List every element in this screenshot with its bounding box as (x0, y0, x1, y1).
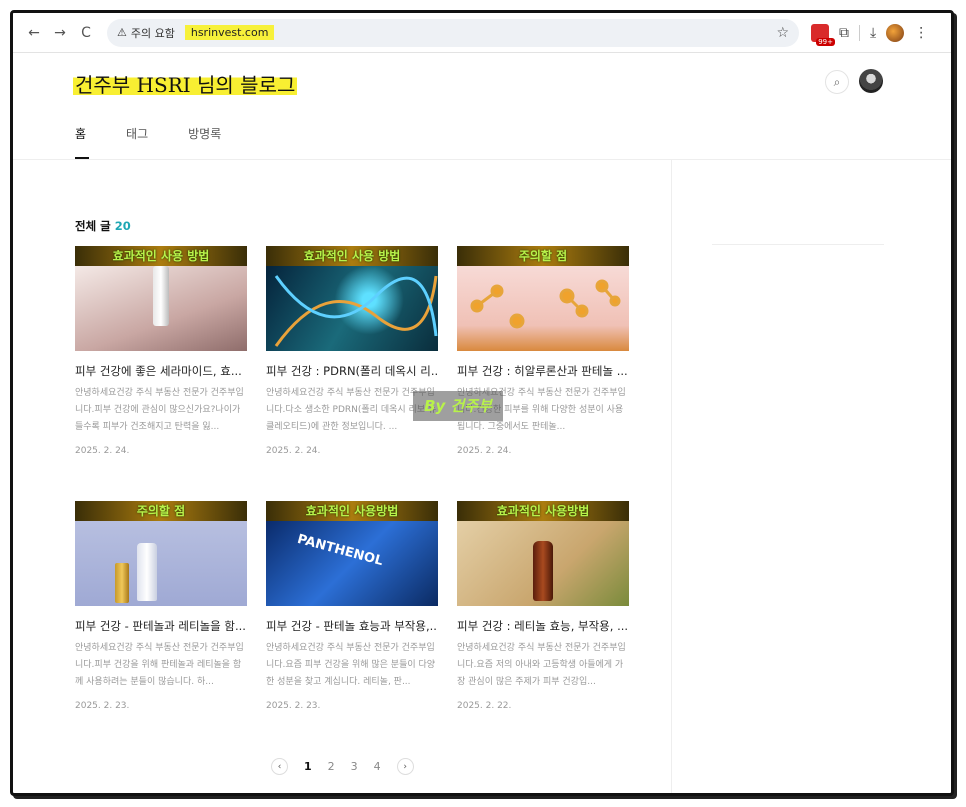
tab-tags[interactable]: 태그 (126, 125, 148, 159)
browser-menu-icon[interactable]: ⋮ (914, 25, 928, 41)
puzzle-extensions-icon[interactable]: ⧉ (839, 25, 849, 41)
thumbnail-banner: 효과적인 사용방법 (266, 501, 438, 521)
warning-triangle-icon: ⚠ (117, 26, 127, 39)
header-divider (13, 159, 951, 160)
prev-page-icon[interactable]: ‹ (271, 758, 288, 775)
thumbnail-image (457, 266, 629, 351)
post-title[interactable]: 피부 건강에 좋은 세라마이드, 효... (75, 363, 247, 379)
post-thumbnail[interactable]: 주의할 점 (75, 501, 247, 606)
thumbnail-image (266, 266, 438, 351)
browser-profile-avatar[interactable] (886, 23, 905, 42)
serum-bottle-icon (137, 543, 157, 601)
thumbnail-image (75, 266, 247, 351)
reload-icon[interactable]: C (73, 20, 99, 46)
url-text[interactable]: hsrinvest.com (184, 25, 275, 40)
thumbnail-banner: 효과적인 사용 방법 (75, 246, 247, 266)
page-number[interactable]: 4 (374, 760, 381, 773)
amber-bottle-icon (115, 563, 129, 603)
thumbnail-banner: 효과적인 사용방법 (457, 501, 629, 521)
thumbnail-image: PANTHENOL (266, 521, 438, 606)
molecule-icon (470, 279, 621, 329)
post-thumbnail[interactable]: 효과적인 사용 방법 (75, 246, 247, 351)
post-date: 2025. 2. 24. (457, 446, 512, 456)
browser-toolbar: ← → C ⚠ 주의 요함 hsrinvest.com ☆ 99+ ⧉ ⤓ ⋮ (13, 13, 951, 53)
page-number[interactable]: 3 (351, 760, 358, 773)
dna-helix-icon (274, 275, 438, 347)
post-count: 전체 글 20 (75, 218, 131, 234)
post-date: 2025. 2. 24. (75, 446, 130, 456)
post-thumbnail[interactable]: 효과적인 사용 방법 (266, 246, 438, 351)
thumbnail-banner: 주의할 점 (75, 501, 247, 521)
thumbnail-banner: 효과적인 사용 방법 (266, 246, 438, 266)
download-icon[interactable]: ⤓ (870, 25, 876, 41)
post-thumbnail[interactable]: 주의할 점 (457, 246, 629, 351)
post-card[interactable]: 효과적인 사용방법 피부 건강 : 레티놀 효능, 부작용, ... 안녕하세요… (457, 501, 629, 711)
tab-home[interactable]: 홈 (75, 125, 90, 159)
post-title[interactable]: 피부 건강 - 판테놀 효능과 부작용,... (266, 618, 438, 634)
address-bar[interactable]: ⚠ 주의 요함 hsrinvest.com ☆ (107, 18, 799, 47)
browser-window: ← → C ⚠ 주의 요함 hsrinvest.com ☆ 99+ ⧉ ⤓ ⋮ … (10, 10, 954, 796)
post-date: 2025. 2. 22. (457, 701, 512, 711)
post-title[interactable]: 피부 건강 : 레티놀 효능, 부작용, ... (457, 618, 629, 634)
next-page-icon[interactable]: › (396, 758, 414, 775)
post-card[interactable]: 효과적인 사용 방법 피부 건강 : PDRN(폴리 데옥시 리... 안녕하세… (266, 246, 438, 456)
post-excerpt: 안녕하세요건강 주식 부동산 전문가 건주부입니다.요즘 피부 건강을 위해 많… (266, 643, 436, 687)
page-number[interactable]: 1 (304, 760, 312, 773)
extension-icon[interactable]: 99+ (811, 23, 835, 46)
post-thumbnail[interactable]: PANTHENOL 효과적인 사용방법 (266, 501, 438, 606)
security-warning[interactable]: ⚠ 주의 요함 (117, 25, 175, 41)
pagination: ‹ 1 2 3 4 › (271, 758, 414, 775)
blog-title[interactable]: 건주부 HSRI 님의 블로그 (73, 69, 298, 98)
extension-badge: 99+ (816, 37, 835, 46)
security-warning-label: 주의 요함 (130, 26, 175, 40)
post-date: 2025. 2. 23. (266, 701, 321, 711)
thumbnail-banner: 주의할 점 (457, 246, 629, 266)
blog-nav: 홈 태그 방명록 (75, 125, 221, 159)
search-icon[interactable]: ⌕ (825, 70, 849, 94)
toolbar-divider (859, 24, 860, 41)
avatar[interactable] (859, 69, 883, 93)
post-title[interactable]: 피부 건강 : 히알루론산과 판테놀 ... (457, 363, 629, 379)
post-card[interactable]: PANTHENOL 효과적인 사용방법 피부 건강 - 판테놀 효능과 부작용,… (266, 501, 438, 711)
post-title[interactable]: 피부 건강 : PDRN(폴리 데옥시 리... (266, 363, 438, 379)
serum-dropper-icon (153, 266, 169, 326)
post-thumbnail[interactable]: 효과적인 사용방법 (457, 501, 629, 606)
sidebar-divider (671, 160, 672, 793)
forward-arrow-icon[interactable]: → (47, 20, 73, 46)
thumbnail-image (75, 521, 247, 606)
back-arrow-icon[interactable]: ← (21, 20, 47, 46)
extension-area: 99+ ⧉ ⤓ ⋮ (811, 23, 928, 46)
post-excerpt: 안녕하세요건강 주식 부동산 전문가 건주부입니다.피부 건강을 위해 판테놀과… (75, 643, 244, 687)
post-count-label: 전체 글 (75, 219, 111, 233)
bookmark-star-icon[interactable]: ☆ (776, 25, 789, 41)
post-date: 2025. 2. 24. (266, 446, 321, 456)
tab-guestbook[interactable]: 방명록 (188, 125, 221, 159)
post-card[interactable]: 주의할 점 피부 건강 : 히알루론산과 판테놀 ... 안녕하세요건강 주식 … (457, 246, 629, 456)
page-number[interactable]: 2 (328, 760, 335, 773)
post-card[interactable]: 주의할 점 피부 건강 - 판테놀과 레티놀을 함... 안녕하세요건강 주식 … (75, 501, 247, 711)
post-date: 2025. 2. 23. (75, 701, 130, 711)
thumbnail-image (457, 521, 629, 606)
thumbnail-label: PANTHENOL (295, 531, 385, 570)
sidebar-line (712, 244, 884, 245)
post-card[interactable]: 효과적인 사용 방법 피부 건강에 좋은 세라마이드, 효... 안녕하세요건강… (75, 246, 247, 456)
post-excerpt: 안녕하세요건강 주식 부동산 전문가 건주부입니다.요즘 저의 아내와 고등학생… (457, 643, 626, 687)
post-excerpt: 안녕하세요건강 주식 부동산 전문가 건주부입니다.피부 건강에 관심이 많으신… (75, 388, 244, 432)
dropper-bottle-icon (533, 541, 553, 601)
post-count-number: 20 (114, 219, 131, 233)
post-title[interactable]: 피부 건강 - 판테놀과 레티놀을 함... (75, 618, 247, 634)
watermark: By 건주부 (413, 391, 503, 421)
